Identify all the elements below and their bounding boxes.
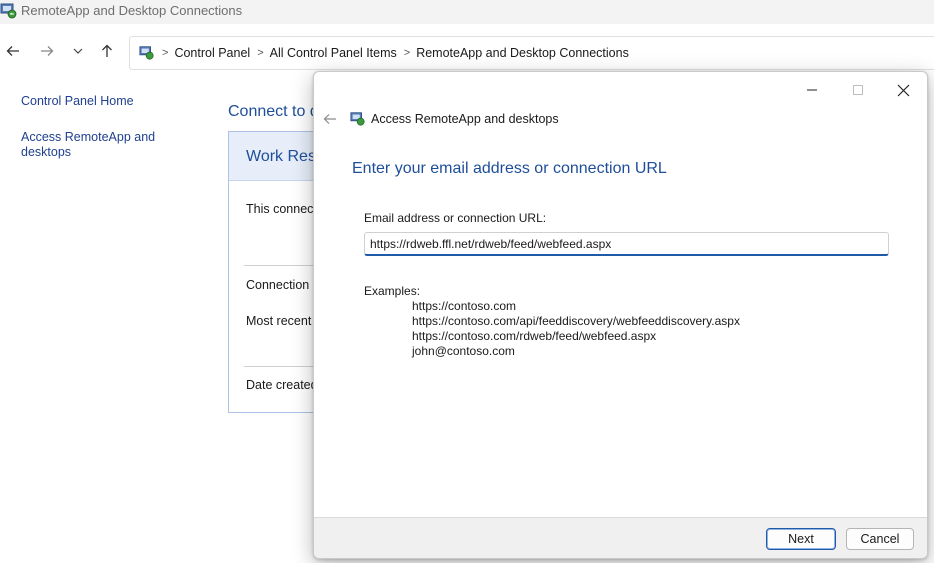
minimize-icon[interactable] bbox=[797, 80, 827, 100]
back-arrow-icon[interactable] bbox=[321, 111, 339, 127]
back-arrow-icon[interactable] bbox=[4, 42, 22, 60]
navigation-bar: > Control Panel > All Control Panel Item… bbox=[0, 24, 934, 76]
examples-list: https://contoso.com https://contoso.com/… bbox=[412, 299, 740, 359]
cancel-button[interactable]: Cancel bbox=[846, 528, 914, 550]
window-titlebar: RemoteApp and Desktop Connections bbox=[0, 0, 934, 24]
example-item: https://contoso.com bbox=[412, 299, 517, 313]
sidebar-item-control-panel-home[interactable]: Control Panel Home bbox=[21, 94, 191, 109]
example-item: https://contoso.com/api/feeddiscovery/we… bbox=[412, 314, 740, 328]
chevron-down-icon[interactable] bbox=[69, 42, 87, 60]
breadcrumb-all-items[interactable]: All Control Panel Items bbox=[270, 46, 397, 60]
examples-label: Examples: bbox=[364, 284, 421, 298]
connection-status-label: Connection s bbox=[246, 278, 319, 292]
url-field-label: Email address or connection URL: bbox=[364, 211, 547, 225]
most-recent-label: Most recent bbox=[246, 314, 312, 328]
breadcrumb-control-panel[interactable]: Control Panel bbox=[174, 46, 250, 60]
chevron-right-icon: > bbox=[162, 47, 169, 59]
maximize-icon bbox=[843, 80, 873, 100]
window-title: RemoteApp and Desktop Connections bbox=[21, 3, 243, 18]
close-icon[interactable] bbox=[888, 80, 918, 100]
next-button[interactable]: Next bbox=[766, 528, 836, 550]
connection-url-input[interactable] bbox=[364, 232, 889, 256]
access-remoteapp-dialog: Access RemoteApp and desktops Enter your… bbox=[313, 71, 928, 559]
remoteapp-icon bbox=[350, 111, 366, 127]
sidebar: Control Panel Home Access RemoteApp and … bbox=[21, 94, 191, 181]
panel-description: This connect bbox=[246, 202, 317, 216]
remoteapp-icon bbox=[0, 2, 18, 20]
page-heading: Connect to d bbox=[228, 103, 319, 120]
dialog-heading: Enter your email address or connection U… bbox=[352, 160, 667, 177]
breadcrumb-remoteapp[interactable]: RemoteApp and Desktop Connections bbox=[416, 46, 629, 60]
date-created-label: Date created: bbox=[246, 378, 322, 392]
chevron-right-icon[interactable]: > bbox=[257, 47, 263, 59]
dialog-title: Access RemoteApp and desktops bbox=[371, 112, 559, 126]
up-arrow-icon[interactable] bbox=[98, 42, 116, 60]
sidebar-item-access-remoteapp[interactable]: Access RemoteApp and desktops bbox=[21, 130, 161, 160]
example-item: https://contoso.com/rdweb/feed/webfeed.a… bbox=[412, 329, 657, 343]
remoteapp-icon bbox=[139, 45, 155, 61]
example-item: john@contoso.com bbox=[412, 344, 515, 358]
forward-arrow-icon[interactable] bbox=[38, 42, 56, 60]
dialog-footer: Next Cancel bbox=[314, 517, 927, 558]
address-bar[interactable]: > Control Panel > All Control Panel Item… bbox=[129, 36, 934, 70]
chevron-right-icon[interactable]: > bbox=[404, 47, 410, 59]
